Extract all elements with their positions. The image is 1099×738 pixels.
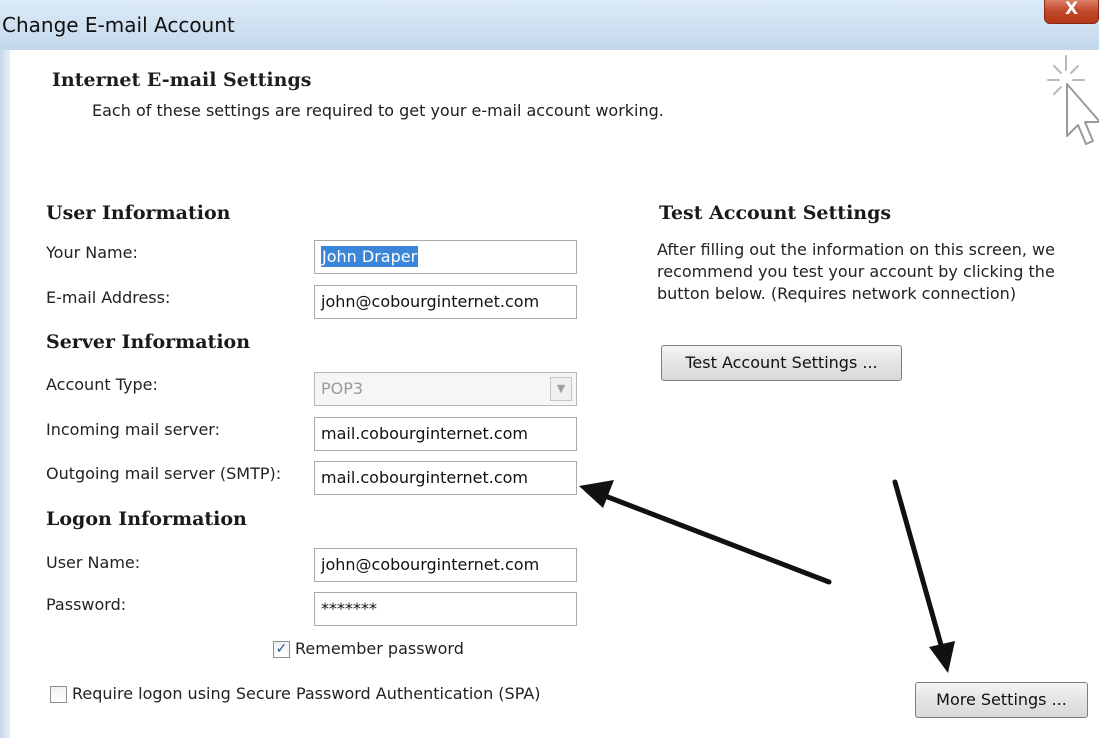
spa-label[interactable]: Require logon using Secure Password Auth… xyxy=(72,684,541,703)
password-label: Password: xyxy=(46,595,127,614)
close-icon: X xyxy=(1064,0,1079,19)
wizard-cursor-icon xyxy=(1047,55,1099,145)
password-input[interactable]: ******* xyxy=(314,592,577,626)
test-account-settings-button[interactable]: Test Account Settings ... xyxy=(661,345,902,381)
email-address-label: E-mail Address: xyxy=(46,288,171,307)
account-type-select: POP3 ▼ xyxy=(314,372,577,406)
title-bar: Change E-mail Account X xyxy=(0,0,1099,51)
test-account-description: After filling out the information on thi… xyxy=(657,240,1055,303)
spa-checkbox[interactable] xyxy=(50,686,67,703)
test-account-settings-heading: Test Account Settings xyxy=(659,202,892,224)
email-address-input[interactable]: john@cobourginternet.com xyxy=(314,285,577,319)
window-frame-left xyxy=(0,50,10,738)
user-name-label: User Name: xyxy=(46,553,141,572)
checkmark-icon: ✓ xyxy=(275,641,288,657)
outgoing-server-input[interactable]: mail.cobourginternet.com xyxy=(314,461,577,495)
close-button[interactable]: X xyxy=(1044,0,1099,24)
server-information-heading: Server Information xyxy=(46,331,251,353)
dialog-window: Change E-mail Account X Internet E-mail … xyxy=(0,0,1099,738)
account-type-label: Account Type: xyxy=(46,375,158,394)
user-name-input[interactable]: john@cobourginternet.com xyxy=(314,548,577,582)
your-name-label: Your Name: xyxy=(46,243,138,262)
your-name-input[interactable]: John Draper xyxy=(314,240,577,274)
header-subtitle: Each of these settings are required to g… xyxy=(92,101,664,120)
chevron-down-icon: ▼ xyxy=(550,377,572,401)
logon-information-heading: Logon Information xyxy=(46,508,247,530)
incoming-server-input[interactable]: mail.cobourginternet.com xyxy=(314,417,577,451)
settings-content: User Information Your Name: John Draper … xyxy=(10,162,1099,738)
your-name-value: John Draper xyxy=(321,246,419,267)
window-title: Change E-mail Account xyxy=(2,13,235,37)
header-panel: Internet E-mail Settings Each of these s… xyxy=(10,50,1099,163)
header-title: Internet E-mail Settings xyxy=(52,69,312,91)
user-information-heading: User Information xyxy=(46,202,231,224)
account-type-value: POP3 xyxy=(321,379,364,398)
more-settings-button[interactable]: More Settings ... xyxy=(915,682,1088,718)
outgoing-server-label: Outgoing mail server (SMTP): xyxy=(46,464,282,483)
remember-password-label[interactable]: Remember password xyxy=(295,639,464,658)
remember-password-checkbox[interactable]: ✓ xyxy=(273,641,290,658)
incoming-server-label: Incoming mail server: xyxy=(46,420,220,439)
